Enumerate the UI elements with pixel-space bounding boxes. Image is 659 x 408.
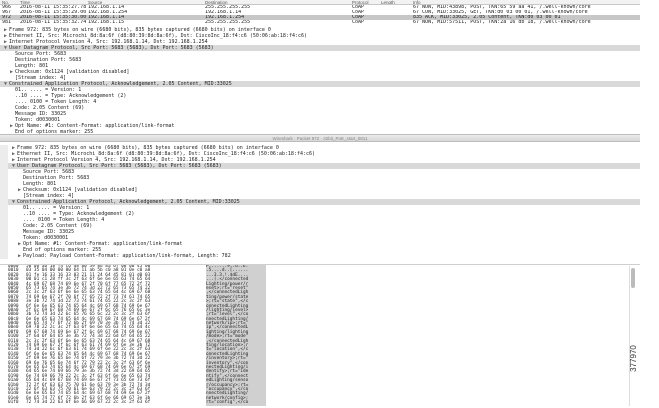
column-header-no[interactable]: No. [0,0,18,4]
packet-cell-src: 192.168.1.15 [88,20,125,25]
column-header-info[interactable]: Info [411,0,640,4]
column-header-protocol[interactable]: Protocol [350,0,379,4]
window-title-bar[interactable]: Wireshark · Packet 972 · 32bit_PoE_start… [0,134,640,142]
packet-cell-no: 981 [2,20,12,25]
packet-cell-info: 67 NON, MID:57511, POST, TKN:2a 16 db 18… [413,20,591,25]
tree-item-label: Payload: Payload Content-Format: applica… [23,253,231,259]
hex-bytes: 72 74 3d 22 63 6f 6e 66 69 67 22 2c 3c 2… [26,400,151,406]
hex-off: 01f0 [8,400,19,406]
packet-cell-len [379,20,411,25]
tree-item[interactable]: ▶Payload: Payload Content-Format: applic… [8,253,640,259]
scrollbar-thumb[interactable] [631,268,635,288]
packet-details-main: ▶ Frame 972: 835 bytes on wire (6680 bits… [0,27,640,141]
hex-scrollbar[interactable] [629,266,635,406]
packet-cell-time: 2016-08-11 15:35:32.747513 [20,20,86,25]
figure-id: 377970 [629,330,656,390]
column-header-source[interactable]: Source [86,0,203,4]
figure-id-text: 377970 [628,345,638,372]
packet-details-window: ▶ Frame 972: 835 bytes on wire (6680 bits… [0,145,640,259]
packet-cell-dst: 255.255.255.255 [205,20,251,25]
hex-ascii: rt="config",</co [206,400,266,406]
packet-cell-proto: CoAP [352,20,365,25]
hex-row[interactable]: 01f0 72 74 3d 22 63 6f 6e 66 69 67 22 2c … [0,400,640,406]
column-header-time[interactable]: Time [18,0,86,4]
column-header-destination[interactable]: Destination [203,0,350,4]
column-header-length[interactable]: Length [379,0,411,4]
packet-list: 9662016-08-11 15:35:27.785307192.168.1.1… [0,5,640,25]
packet-row[interactable]: 981 2016-08-11 15:35:32.747513192.168.1.1… [0,20,640,25]
hex-dump-pane: 0000 50 06 ab 18 f4 c6 d8 80 39 8d 8a 6f … [0,264,640,408]
